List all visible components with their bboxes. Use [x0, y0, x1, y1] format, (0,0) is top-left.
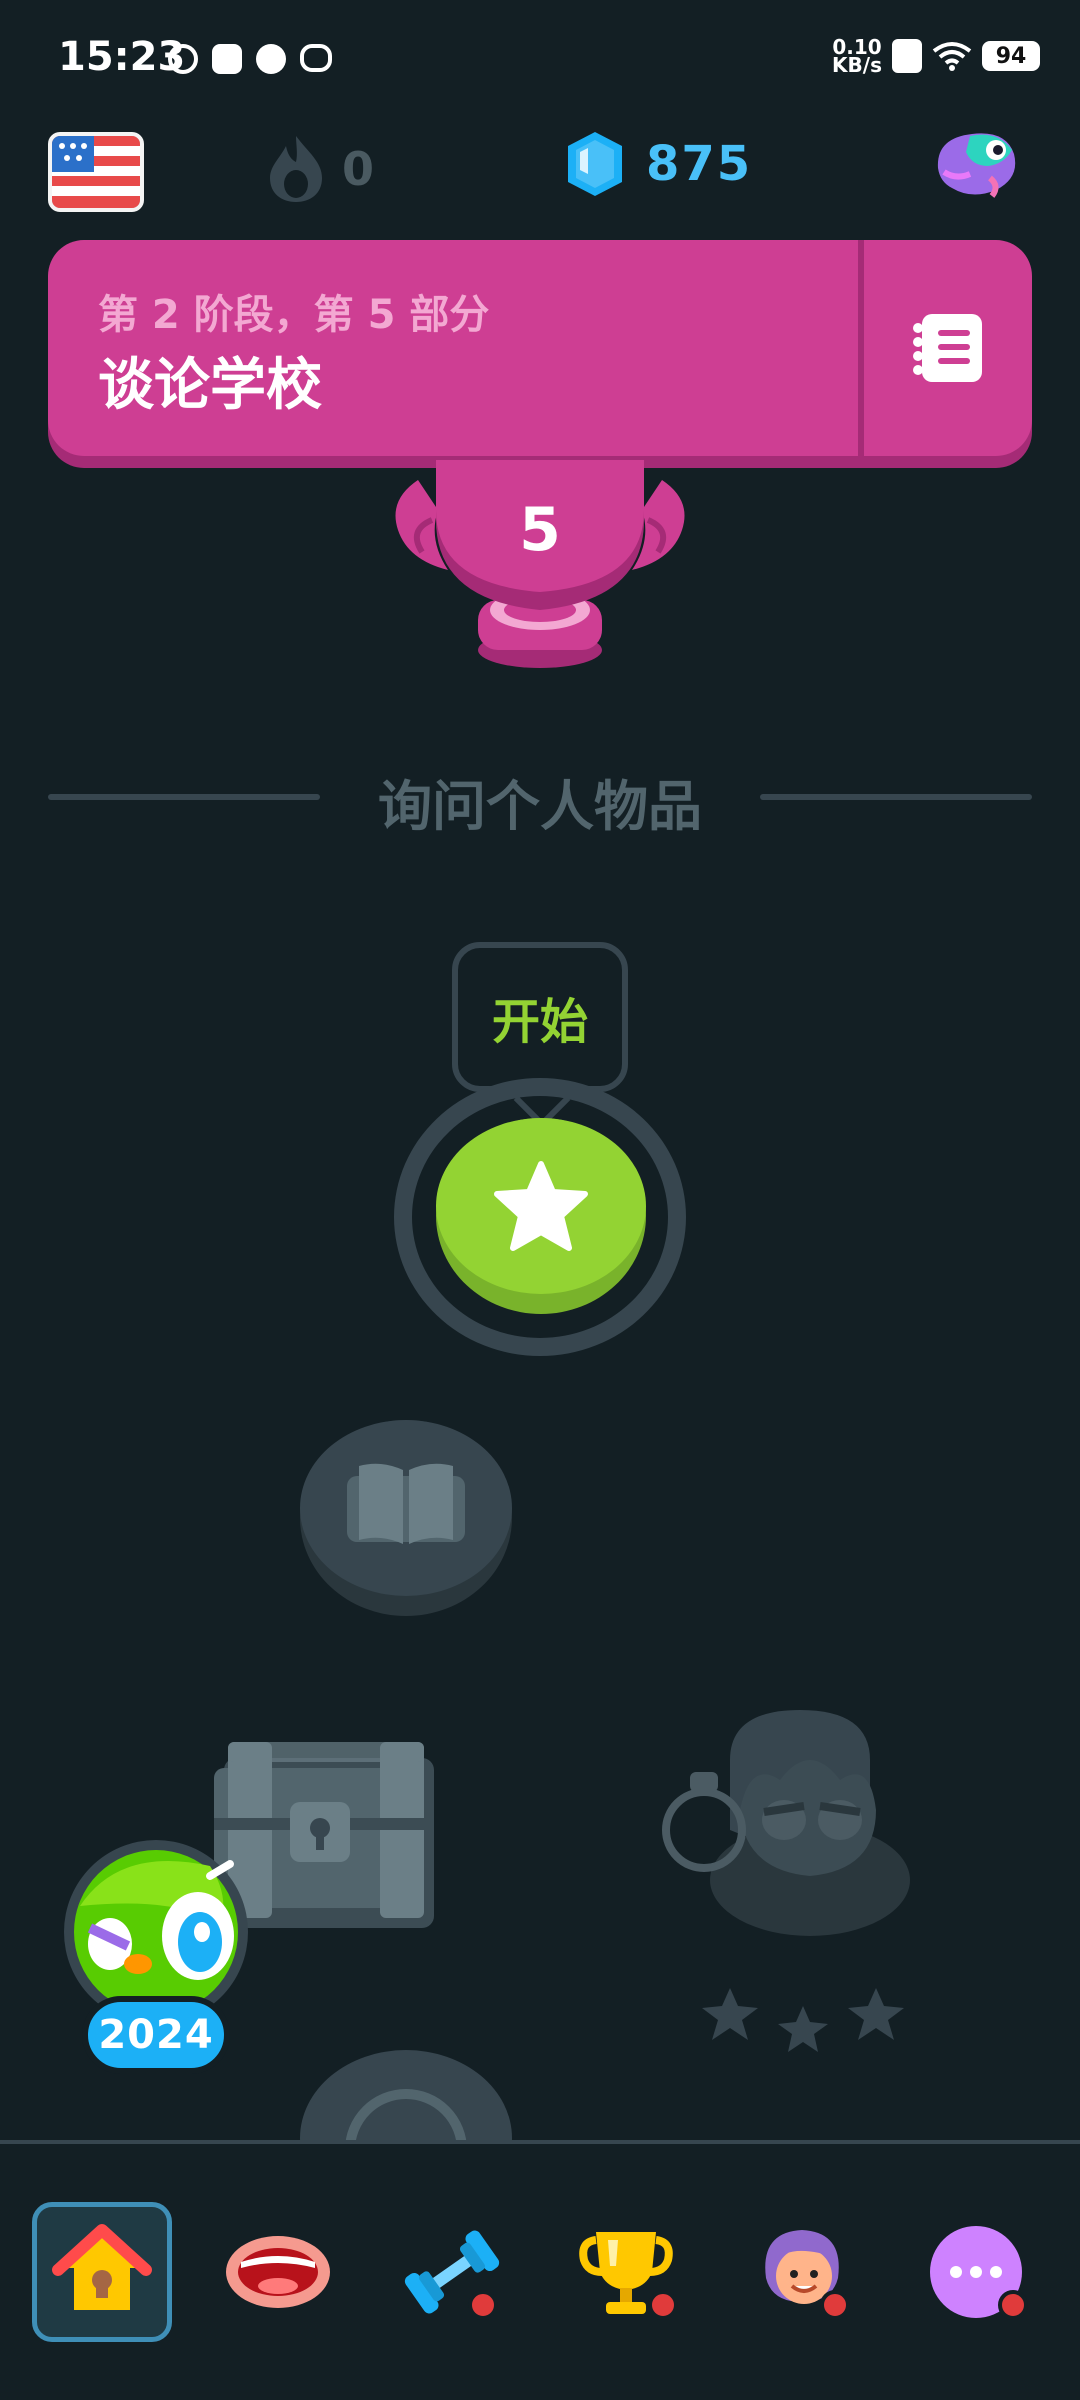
star-icon	[702, 1988, 758, 2040]
owl-icon[interactable]	[932, 124, 1022, 206]
link-icon	[300, 44, 332, 72]
flame-icon	[270, 136, 322, 202]
network-speed-unit: KB/s	[832, 53, 882, 77]
status-time: 15:23	[58, 34, 186, 80]
notification-icon	[168, 44, 198, 74]
cat-icon	[256, 44, 286, 74]
start-bubble[interactable]: 开始	[452, 942, 628, 1092]
tiktok-icon	[212, 44, 242, 74]
year-review-badge[interactable]: 2024	[60, 1836, 252, 2086]
status-system-icons: 0.10 KB/s 94	[832, 37, 1040, 77]
streak-counter[interactable]: 0	[268, 134, 374, 204]
section-title: 询问个人物品	[378, 775, 702, 838]
character-challenge-icon	[662, 1710, 910, 1936]
active-lesson-node[interactable]	[436, 1118, 646, 1294]
us-flag-icon[interactable]	[48, 132, 144, 212]
star-icon	[778, 2006, 828, 2052]
wifi-icon	[932, 42, 972, 71]
status-notification-icons	[168, 44, 332, 74]
gems-counter[interactable]: 875	[566, 130, 752, 198]
sim-off-icon	[892, 39, 922, 73]
nav-speak[interactable]	[208, 2202, 348, 2342]
practice-notification-dot	[468, 2290, 498, 2320]
status-bar: 15:23 0.10 KB/s 94	[0, 0, 1080, 120]
badge-year: 2024	[82, 1996, 230, 2074]
star-icon	[494, 1161, 588, 1251]
unit-trophy: 5	[395, 460, 685, 668]
nav-home[interactable]	[32, 2202, 172, 2342]
nav-leaderboard[interactable]	[556, 2202, 696, 2342]
book-icon	[347, 1463, 465, 1544]
bottom-nav	[0, 2144, 1080, 2400]
star-icon	[848, 1988, 904, 2040]
home-icon	[52, 2224, 152, 2310]
nav-more[interactable]	[906, 2202, 1046, 2342]
leaderboard-notification-dot	[648, 2290, 678, 2320]
mouth-icon	[226, 2236, 330, 2308]
top-stats-bar: 0 875	[0, 120, 1080, 230]
unit-title: 谈论学校	[98, 353, 322, 418]
more-notification-dot	[998, 2290, 1028, 2320]
battery-indicator: 94	[982, 41, 1040, 71]
network-speed: 0.10 KB/s	[832, 37, 882, 77]
gems-count: 875	[646, 136, 753, 192]
notebook-icon	[913, 314, 982, 382]
profile-notification-dot	[820, 2290, 850, 2320]
unit-subtitle: 第 2 阶段，第 5 部分	[98, 292, 490, 338]
trophy-level: 5	[519, 495, 561, 565]
nav-profile[interactable]	[732, 2202, 872, 2342]
challenge-stars	[702, 1988, 904, 2052]
gem-icon	[568, 132, 622, 196]
guidebook-button[interactable]	[864, 240, 1032, 456]
start-label: 开始	[491, 994, 588, 1050]
unit-banner[interactable]: 第 2 阶段，第 5 部分 谈论学校	[48, 240, 1032, 456]
streak-count: 0	[342, 142, 375, 196]
locked-story-node[interactable]	[300, 1420, 512, 1596]
nav-practice[interactable]	[382, 2202, 522, 2342]
